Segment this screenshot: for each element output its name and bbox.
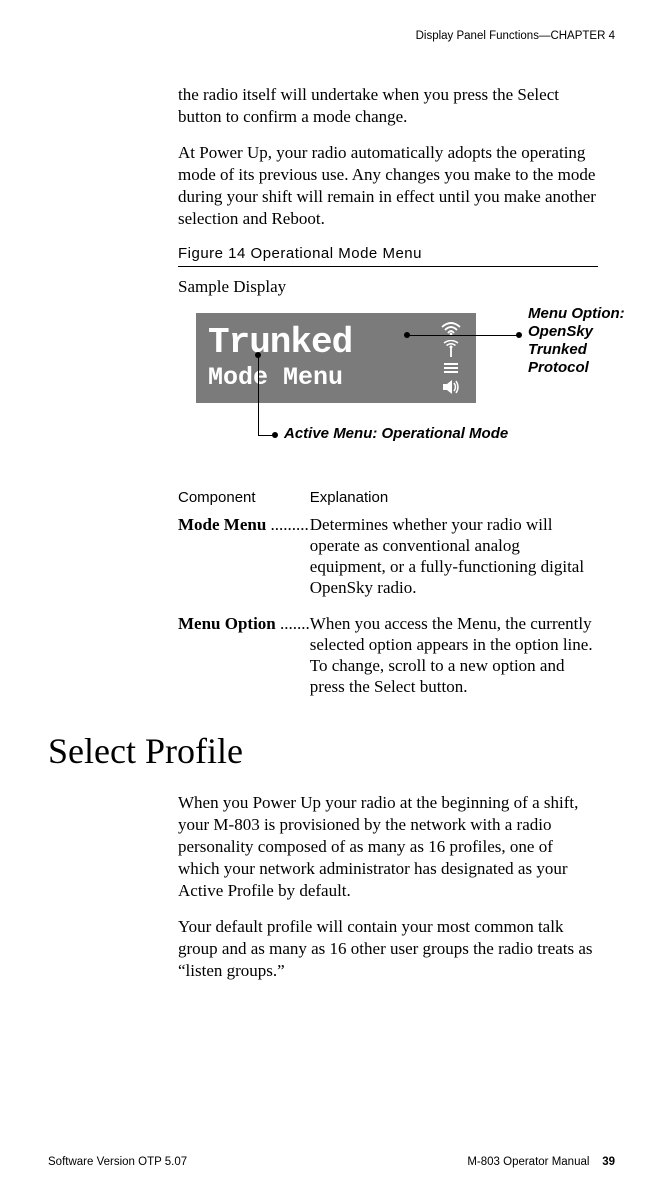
th-explanation: Explanation: [310, 489, 598, 514]
dots: .........: [266, 515, 309, 534]
list-icon: [441, 362, 461, 376]
table-header-row: Component Explanation: [178, 489, 598, 514]
intro-paragraph-2: At Power Up, your radio automatically ad…: [178, 142, 598, 230]
callout-active-menu: Active Menu: Operational Mode: [284, 425, 508, 442]
callout-line: Trunked: [528, 341, 663, 359]
callout-line-2v: [258, 355, 259, 435]
callout-dot: [404, 332, 410, 338]
page-number: 39: [602, 1156, 615, 1168]
callout-menu-option: Menu Option: OpenSky Trunked Protocol: [528, 305, 663, 377]
radio-display-screen: Trunked Mode Menu: [196, 313, 476, 403]
section-title-select-profile: Select Profile: [48, 730, 615, 772]
footer-left: Software Version OTP 5.07: [48, 1156, 187, 1168]
main-content: the radio itself will undertake when you…: [178, 84, 598, 712]
component-label: Menu Option: [178, 614, 276, 633]
speaker-icon: [441, 380, 461, 394]
callout-dot: [516, 332, 522, 338]
section-paragraph-1: When you Power Up your radio at the begi…: [178, 792, 598, 902]
page-header: Display Panel Functions—CHAPTER 4: [48, 30, 615, 42]
display-icon-column: [436, 322, 466, 394]
callout-line: Menu Option:: [528, 305, 663, 323]
antenna-icon: [441, 340, 461, 358]
callout-dot: [272, 432, 278, 438]
component-label-cell: Menu Option .......: [178, 613, 310, 712]
section-content: When you Power Up your radio at the begi…: [178, 792, 598, 983]
figure-rule: [178, 266, 598, 267]
figure-title: Figure 14 Operational Mode Menu: [178, 245, 598, 262]
dots: .......: [276, 614, 310, 633]
component-explanation: When you access the Menu, the currently …: [310, 613, 598, 712]
component-explanation: Determines whether your radio will opera…: [310, 514, 598, 613]
intro-paragraph-1: the radio itself will undertake when you…: [178, 84, 598, 128]
table-row: Menu Option ....... When you access the …: [178, 613, 598, 712]
component-label-cell: Mode Menu .........: [178, 514, 310, 613]
footer-right: M-803 Operator Manual 39: [467, 1156, 615, 1168]
section-paragraph-2: Your default profile will contain your m…: [178, 916, 598, 982]
figure-display-area: Trunked Mode Menu: [178, 305, 598, 475]
table-row: Mode Menu ......... Determines whether y…: [178, 514, 598, 613]
th-component: Component: [178, 489, 310, 514]
callout-line: Protocol: [528, 359, 663, 377]
callout-line-1: [408, 335, 518, 336]
wifi-icon: [441, 322, 461, 336]
footer-manual-name: M-803 Operator Manual: [467, 1156, 589, 1168]
display-line-2: Mode Menu: [208, 365, 436, 390]
component-label: Mode Menu: [178, 515, 266, 534]
header-text: Display Panel Functions—CHAPTER 4: [416, 30, 615, 42]
component-table: Component Explanation Mode Menu ........…: [178, 489, 598, 712]
sample-display-label: Sample Display: [178, 277, 598, 297]
display-text-block: Trunked Mode Menu: [208, 325, 436, 390]
callout-line: OpenSky: [528, 323, 663, 341]
display-line-1: Trunked: [208, 325, 436, 361]
callout-dot: [255, 352, 261, 358]
page-footer: Software Version OTP 5.07 M-803 Operator…: [48, 1156, 615, 1168]
